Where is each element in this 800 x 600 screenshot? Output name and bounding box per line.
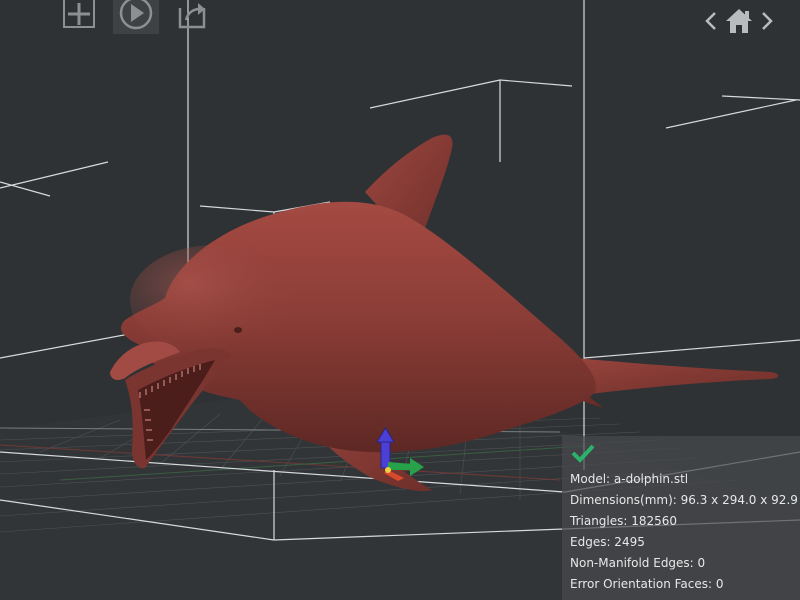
model-dimensions: Dimensions(mm): 96.3 x 294.0 x 92.9 bbox=[570, 493, 798, 507]
slice-play-button[interactable] bbox=[113, 0, 159, 34]
chevron-right-icon bbox=[762, 12, 773, 30]
model-info-panel: Model: a-dolphin.stl Dimensions(mm): 96.… bbox=[562, 436, 800, 600]
plus-icon bbox=[63, 0, 95, 28]
add-model-button[interactable] bbox=[63, 0, 95, 30]
export-icon bbox=[178, 3, 206, 29]
forward-button[interactable] bbox=[760, 8, 774, 34]
model-edges: Edges: 2495 bbox=[570, 535, 645, 549]
checkmark-icon bbox=[571, 444, 595, 463]
play-icon bbox=[119, 0, 153, 30]
model-name: Model: a-dolphin.stl bbox=[570, 472, 689, 486]
model-error-orientation-faces: Error Orientation Faces: 0 bbox=[570, 577, 724, 591]
back-button[interactable] bbox=[704, 8, 718, 34]
export-button[interactable] bbox=[176, 0, 208, 30]
home-icon bbox=[726, 9, 752, 33]
model-non-manifold-edges: Non-Manifold Edges: 0 bbox=[570, 556, 706, 570]
home-button[interactable] bbox=[724, 8, 754, 34]
model-triangles: Triangles: 182560 bbox=[570, 514, 678, 528]
chevron-left-icon bbox=[705, 12, 716, 30]
